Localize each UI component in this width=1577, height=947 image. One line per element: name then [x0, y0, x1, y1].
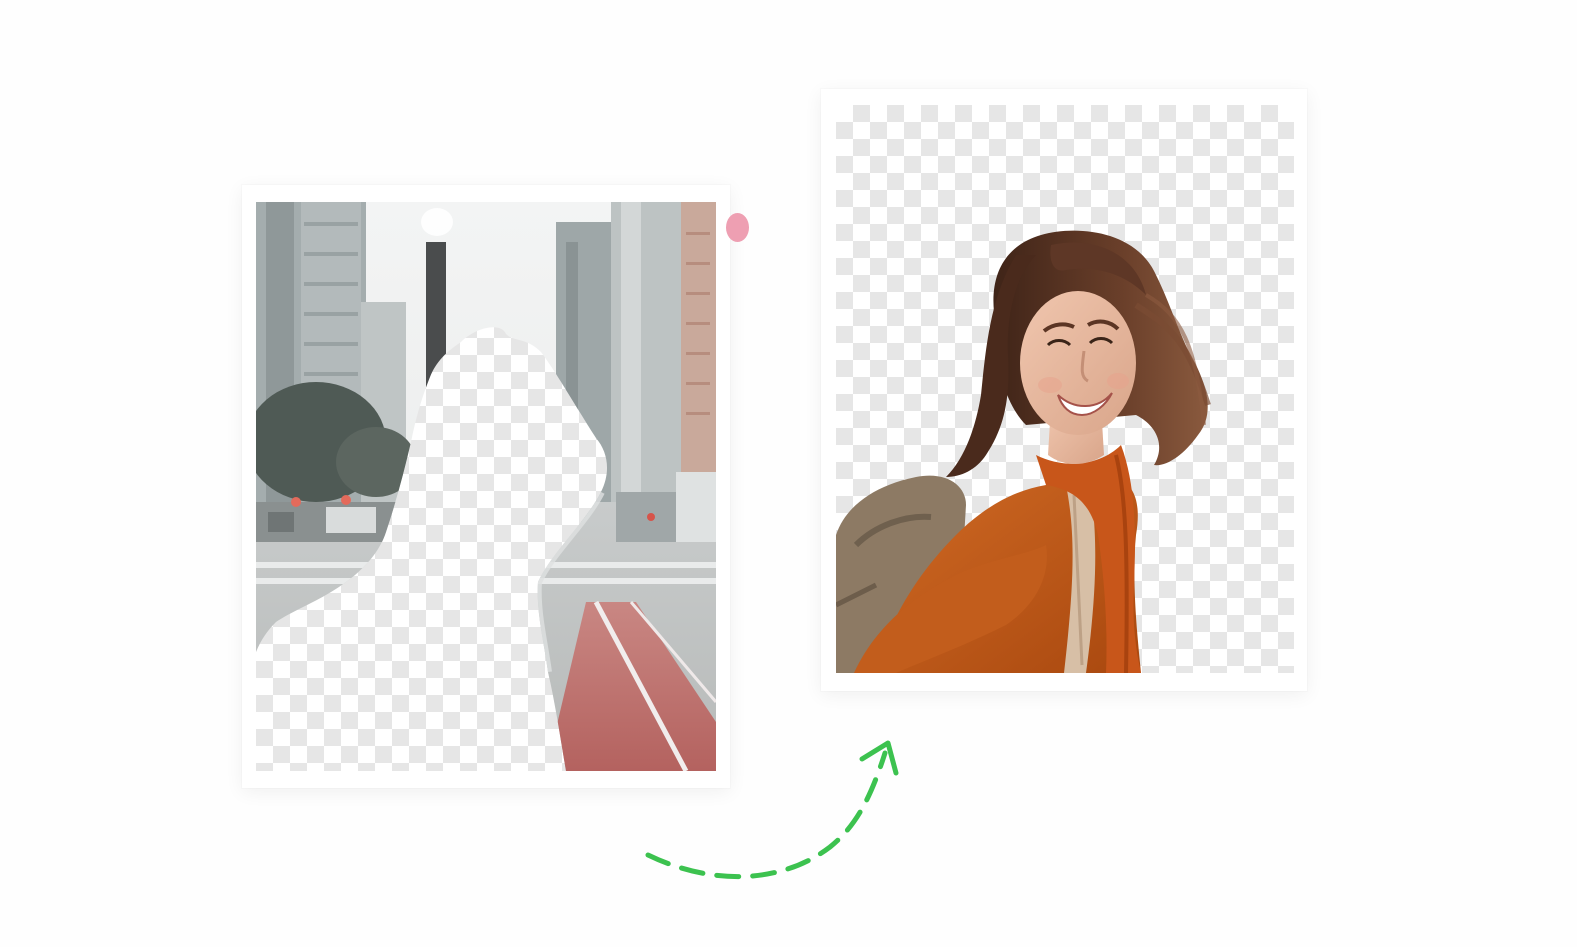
- original-image: [256, 202, 716, 771]
- isolated-person: [836, 230, 1211, 673]
- original-image-card: [242, 185, 730, 788]
- result-image: [836, 105, 1294, 673]
- result-image-card: [821, 89, 1307, 691]
- illustration-stage: [0, 0, 1577, 947]
- curved-dashed-arrow-icon: [645, 740, 899, 880]
- city-street-scene: [256, 202, 716, 771]
- drag-handle-icon[interactable]: [726, 213, 749, 242]
